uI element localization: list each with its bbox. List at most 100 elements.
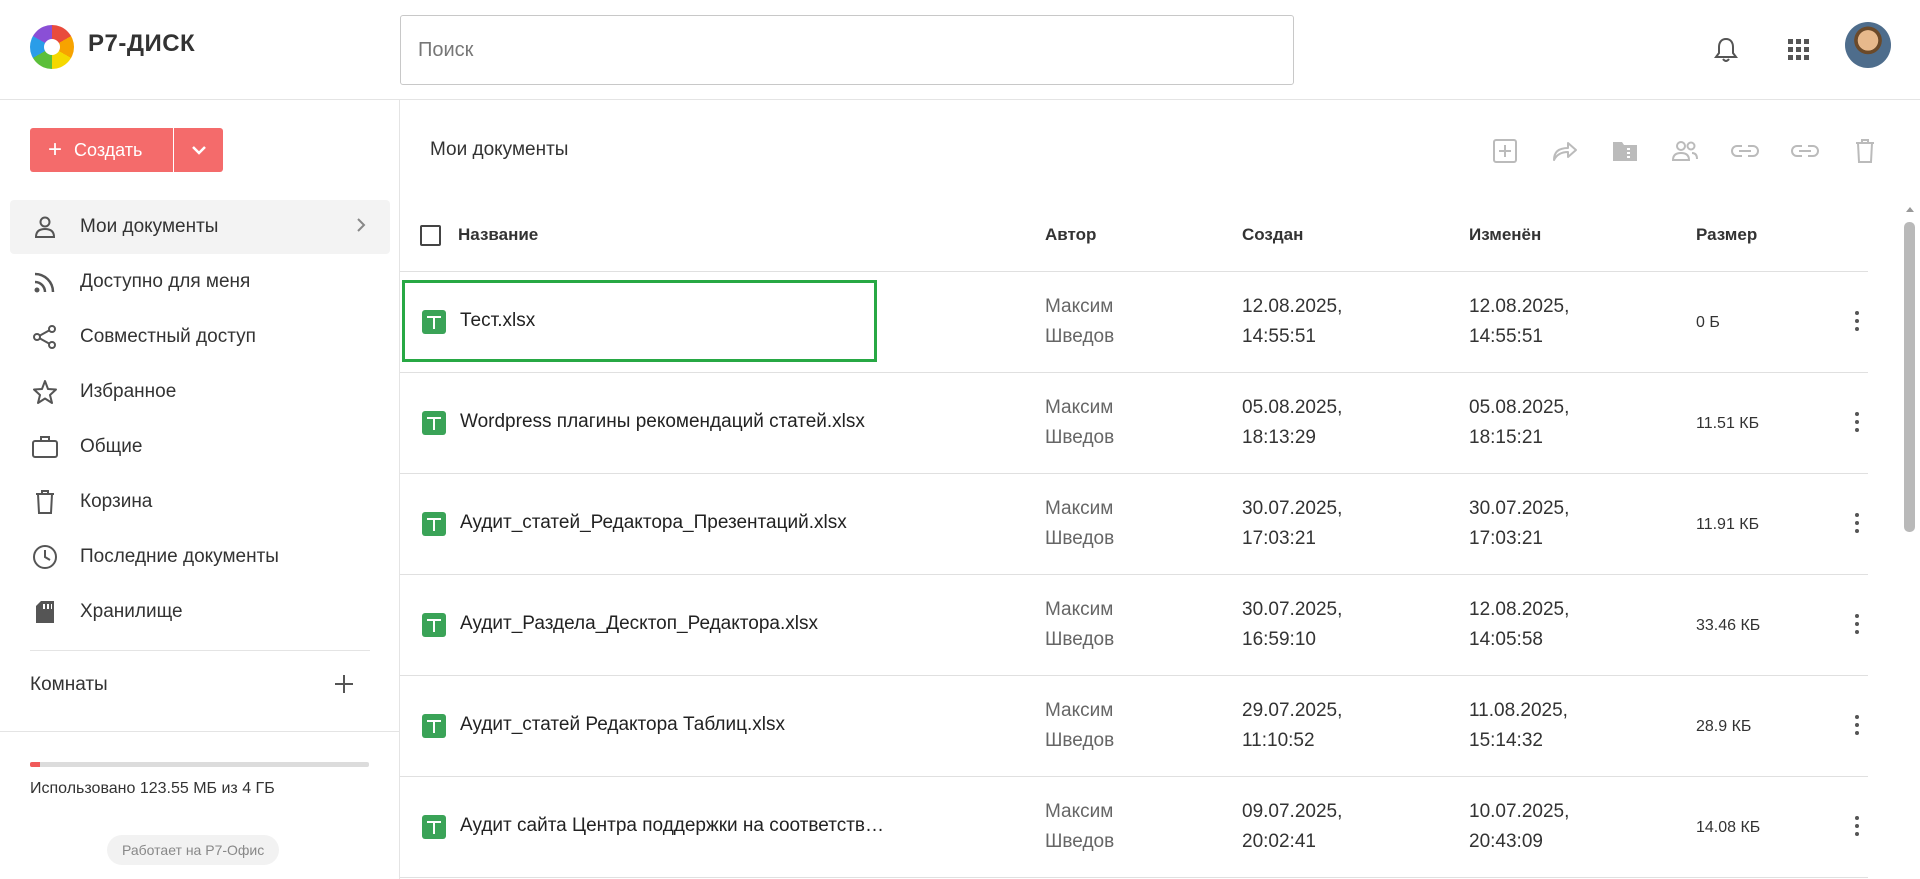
- file-author: Максим Шведов: [1045, 498, 1115, 549]
- sidebar-item-sharing[interactable]: Совместный доступ: [10, 310, 390, 364]
- spreadsheet-icon: [422, 613, 446, 637]
- trash-icon: [30, 487, 60, 517]
- sidebar-item-label: Мои документы: [80, 216, 219, 237]
- plus-icon: +: [48, 136, 63, 163]
- users-icon[interactable]: [1670, 136, 1700, 166]
- column-header-name[interactable]: Название: [458, 225, 538, 245]
- archive-folder-icon[interactable]: [1610, 136, 1640, 166]
- file-size: 33.46 КБ: [1696, 617, 1761, 634]
- delete-icon[interactable]: [1850, 136, 1880, 166]
- create-dropdown-button[interactable]: [174, 128, 223, 172]
- file-name[interactable]: Аудит_Раздела_Десктоп_Редактора.xlsx: [460, 613, 890, 635]
- sidebar-item-label: Хранилище: [80, 601, 183, 622]
- quota-progress-fill: [30, 762, 41, 767]
- file-name[interactable]: Аудит сайта Центра поддержки на соответс…: [460, 815, 890, 837]
- column-header-author[interactable]: Автор: [1045, 225, 1096, 245]
- scroll-up-arrow[interactable]: [1904, 205, 1915, 215]
- external-link-icon[interactable]: [1790, 136, 1820, 166]
- more-vertical-icon[interactable]: [1842, 609, 1872, 639]
- column-header-created[interactable]: Создан: [1242, 225, 1303, 245]
- sidebar-item-label: Совместный доступ: [80, 326, 256, 347]
- column-header-size[interactable]: Размер: [1696, 225, 1757, 245]
- more-vertical-icon[interactable]: [1842, 306, 1872, 336]
- table-row[interactable]: Аудит_статей Редактора Таблиц.xlsx Макси…: [400, 676, 1868, 777]
- sidebar-item-storage[interactable]: Хранилище: [10, 585, 390, 639]
- share-icon: [30, 322, 60, 352]
- file-name[interactable]: Тест.xlsx: [460, 310, 890, 332]
- sidebar-item-recent[interactable]: Последние документы: [10, 530, 390, 584]
- header: Р7-ДИСК: [0, 0, 1920, 100]
- create-button-label: Создать: [74, 139, 143, 160]
- new-item-icon[interactable]: [1490, 136, 1520, 166]
- spreadsheet-icon: [422, 310, 446, 334]
- file-name[interactable]: Аудит_статей_Редактора_Презентаций.xlsx: [460, 512, 890, 534]
- more-vertical-icon[interactable]: [1842, 407, 1872, 437]
- apps-grid-icon[interactable]: [1783, 34, 1815, 66]
- file-created: 30.07.2025, 16:59:10: [1242, 599, 1343, 650]
- file-size: 11.91 КБ: [1696, 516, 1760, 533]
- table-row[interactable]: Аудит сайта Центра поддержки на соответс…: [400, 777, 1868, 878]
- table-row[interactable]: Аудит_Раздела_Десктоп_Редактора.xlsx Мак…: [400, 575, 1868, 676]
- sidebar-item-label: Корзина: [80, 491, 153, 512]
- table-row[interactable]: Wordpress плагины рекомендаций статей.xl…: [400, 373, 1868, 474]
- file-modified: 12.08.2025, 14:05:58: [1469, 599, 1570, 650]
- file-name[interactable]: Аудит_статей Редактора Таблиц.xlsx: [460, 714, 890, 736]
- file-modified: 12.08.2025, 14:55:51: [1469, 296, 1570, 347]
- sidebar-item-label: Доступно для меня: [80, 271, 251, 292]
- file-created: 29.07.2025, 11:10:52: [1242, 700, 1343, 751]
- star-icon: [30, 377, 60, 407]
- logo-text[interactable]: Р7-ДИСК: [88, 30, 195, 58]
- table-row[interactable]: Тест.xlsx Максим Шведов 12.08.2025, 14:55:…: [400, 272, 1868, 373]
- user-avatar[interactable]: [1845, 22, 1891, 68]
- chevron-down-icon: [191, 146, 206, 155]
- file-created: 30.07.2025, 17:03:21: [1242, 498, 1343, 549]
- more-vertical-icon[interactable]: [1842, 811, 1872, 841]
- file-size: 0 Б: [1696, 314, 1720, 331]
- scrollbar-thumb[interactable]: [1904, 222, 1915, 532]
- file-author: Максим Шведов: [1045, 397, 1115, 448]
- logo-icon[interactable]: [30, 25, 74, 69]
- file-created: 05.08.2025, 18:13:29: [1242, 397, 1343, 448]
- sidebar-item-favorites[interactable]: Избранное: [10, 365, 390, 419]
- sidebar-item-my-documents[interactable]: Мои документы: [10, 200, 390, 254]
- sidebar-item-trash[interactable]: Корзина: [10, 475, 390, 529]
- move-icon[interactable]: [1550, 136, 1580, 166]
- sidebar-item-label: Общие: [80, 436, 143, 457]
- file-size: 14.08 КБ: [1696, 819, 1761, 836]
- bell-icon[interactable]: [1710, 34, 1742, 66]
- file-name[interactable]: Wordpress плагины рекомендаций статей.xl…: [460, 411, 890, 433]
- add-room-icon[interactable]: [330, 670, 358, 698]
- create-button[interactable]: + Создать: [30, 128, 173, 172]
- sidebar-item-label: Избранное: [80, 381, 177, 402]
- quota-text: Использовано 123.55 МБ из 4 ГБ: [30, 780, 275, 797]
- chevron-right-icon: [357, 218, 366, 232]
- storage-icon: [30, 597, 60, 627]
- more-vertical-icon[interactable]: [1842, 710, 1872, 740]
- spreadsheet-icon: [422, 512, 446, 536]
- divider: [0, 731, 400, 732]
- search-box[interactable]: [400, 15, 1294, 85]
- spreadsheet-icon: [422, 714, 446, 738]
- person-icon: [30, 212, 60, 242]
- file-created: 09.07.2025, 20:02:41: [1242, 801, 1343, 852]
- table-row[interactable]: Аудит_статей_Редактора_Презентаций.xlsx …: [400, 474, 1868, 575]
- search-input[interactable]: [401, 16, 1293, 84]
- file-author: Максим Шведов: [1045, 599, 1115, 650]
- rss-icon: [30, 267, 60, 297]
- file-size: 11.51 КБ: [1696, 415, 1760, 432]
- rooms-label: Комнаты: [30, 674, 108, 695]
- sidebar-item-shared-with-me[interactable]: Доступно для меня: [10, 255, 390, 309]
- more-vertical-icon[interactable]: [1842, 508, 1872, 538]
- clock-icon: [30, 542, 60, 572]
- powered-by-badge[interactable]: Работает на Р7-Офис: [107, 835, 280, 865]
- file-modified: 05.08.2025, 18:15:21: [1469, 397, 1570, 448]
- column-header-modified[interactable]: Изменён: [1469, 225, 1541, 245]
- file-author: Максим Шведов: [1045, 700, 1115, 751]
- quota-progress-bar: [30, 762, 369, 767]
- sidebar-item-common[interactable]: Общие: [10, 420, 390, 474]
- file-modified: 11.08.2025, 15:14:32: [1469, 700, 1568, 751]
- file-author: Максим Шведов: [1045, 296, 1115, 347]
- link-icon[interactable]: [1730, 136, 1760, 166]
- select-all-checkbox[interactable]: [420, 225, 441, 246]
- file-modified: 10.07.2025, 20:43:09: [1469, 801, 1570, 852]
